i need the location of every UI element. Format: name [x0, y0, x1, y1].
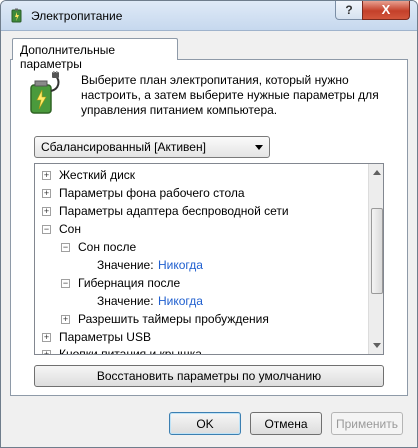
power-plan-dropdown[interactable]: Сбалансированный [Активен] [34, 136, 270, 158]
expand-icon[interactable]: + [42, 350, 51, 354]
hibernate-after-value-link[interactable]: Никогда [158, 292, 203, 310]
expand-icon[interactable]: + [42, 171, 51, 180]
vertical-scrollbar[interactable] [368, 164, 383, 354]
battery-plug-icon [30, 71, 60, 114]
tree-item-sleep-after[interactable]: − Сон после [35, 238, 368, 256]
tree-item-hibernate-after-value[interactable]: Значение: Никогда [35, 292, 368, 310]
cancel-button[interactable]: Отмена [250, 412, 322, 435]
power-app-icon [11, 8, 22, 23]
collapse-icon[interactable]: − [42, 225, 51, 234]
help-button[interactable]: ? [335, 1, 363, 20]
tree-item-label: Жесткий диск [59, 168, 136, 182]
collapse-icon[interactable]: − [61, 279, 70, 288]
tree-item-label: Кнопки питания и крышка [59, 347, 202, 355]
value-label: Значение: [97, 258, 154, 272]
collapse-icon[interactable]: − [61, 243, 70, 252]
apply-button[interactable]: Применить [331, 412, 403, 435]
tree-item-label: Параметры адаптера беспроводной сети [59, 204, 289, 218]
settings-tree[interactable]: + Жесткий диск + Параметры фона рабочего… [34, 163, 384, 355]
tab-advanced-settings[interactable]: Дополнительные параметры [12, 38, 178, 71]
tree-item-sleep-after-value[interactable]: Значение: Никогда [35, 256, 368, 274]
tree-item-sleep[interactable]: − Сон [35, 220, 368, 238]
chevron-down-icon [255, 145, 263, 150]
sleep-after-value-link[interactable]: Никогда [158, 256, 203, 274]
tree-item-hard-disk[interactable]: + Жесткий диск [35, 166, 368, 184]
close-button[interactable]: X [362, 1, 410, 20]
ok-button[interactable]: OK [169, 412, 241, 435]
expand-icon[interactable]: + [42, 189, 51, 198]
value-label: Значение: [97, 294, 154, 308]
tree-item-label: Сон после [78, 240, 137, 254]
power-options-window: Электропитание ? X Дополнительные параме… [0, 0, 418, 448]
expand-icon[interactable]: + [42, 333, 51, 342]
expand-icon[interactable]: + [42, 207, 51, 216]
tree-item-wireless-adapter[interactable]: + Параметры адаптера беспроводной сети [35, 202, 368, 220]
title-bar[interactable]: Электропитание ? X [1, 1, 417, 31]
description-text: Выберите план электропитания, который ну… [81, 73, 379, 117]
expand-icon[interactable]: + [61, 315, 70, 324]
power-plan-selected: Сбалансированный [Активен] [41, 140, 206, 154]
tree-item-hibernate-after[interactable]: − Гибернация после [35, 274, 368, 292]
arrow-up-icon [373, 170, 381, 175]
scroll-up-button[interactable] [369, 164, 383, 181]
window-title: Электропитание [31, 9, 123, 23]
tree-item-label: Параметры фона рабочего стола [59, 186, 245, 200]
tree-item-label: Разрешить таймеры пробуждения [78, 312, 269, 326]
tree-item-wake-timers[interactable]: + Разрешить таймеры пробуждения [35, 310, 368, 328]
tree-item-label: Сон [59, 222, 81, 236]
tree-item-usb-settings[interactable]: + Параметры USB [35, 328, 368, 346]
arrow-down-icon [373, 343, 381, 348]
restore-defaults-button[interactable]: Восстановить параметры по умолчанию [34, 365, 384, 387]
tree-item-power-buttons-lid[interactable]: + Кнопки питания и крышка [35, 345, 368, 355]
tree-item-desktop-background[interactable]: + Параметры фона рабочего стола [35, 184, 368, 202]
tree-item-label: Параметры USB [59, 330, 151, 344]
scroll-down-button[interactable] [369, 337, 383, 354]
scrollbar-thumb[interactable] [371, 208, 383, 294]
tree-item-label: Гибернация после [78, 276, 181, 290]
